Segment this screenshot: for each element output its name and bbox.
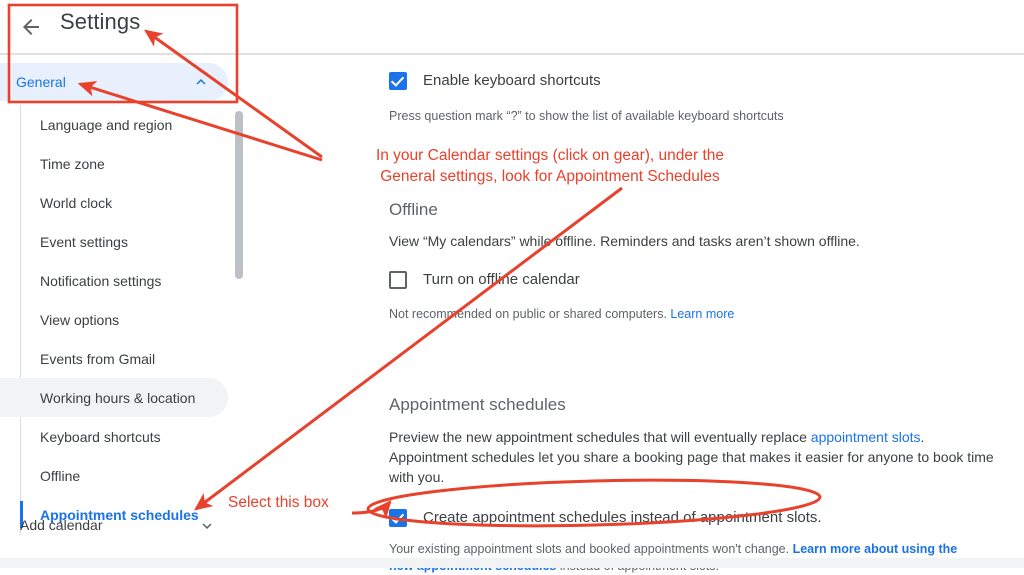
offline-learn-more-link[interactable]: Learn more xyxy=(670,307,734,321)
keyboard-shortcuts-helper: Press question mark “?” to show the list… xyxy=(389,109,784,123)
sidebar-item-events-from-gmail[interactable]: Events from Gmail xyxy=(0,339,248,378)
sidebar-footer-label: Add calendar xyxy=(20,517,103,533)
turn-on-offline-calendar-checkbox[interactable] xyxy=(389,271,407,289)
sidebar-item-label: World clock xyxy=(40,194,113,211)
enable-keyboard-shortcuts-row[interactable]: Enable keyboard shortcuts xyxy=(389,71,989,90)
appointment-helper-prefix: Your existing appointment slots and book… xyxy=(389,542,793,556)
offline-description: View “My calendars” while offline. Remin… xyxy=(389,233,860,249)
offline-title: Offline xyxy=(389,200,438,219)
sidebar-item-label: Language and region xyxy=(40,116,173,133)
enable-keyboard-shortcuts-label: Enable keyboard shortcuts xyxy=(423,72,601,89)
keyboard-shortcuts-section: Enable keyboard shortcuts Press question… xyxy=(389,71,989,125)
appointment-desc-part1: Preview the new appointment schedules th… xyxy=(389,429,811,445)
page-title: Settings xyxy=(60,9,141,34)
sidebar-item-label: Events from Gmail xyxy=(40,350,156,367)
sidebar-item-keyboard-shortcuts[interactable]: Keyboard shortcuts xyxy=(0,417,248,456)
annotation-note-bottom: Select this box xyxy=(228,494,329,511)
sidebar-item-label: Offline xyxy=(40,467,81,484)
bottom-strip xyxy=(0,558,1024,568)
appointment-schedules-title: Appointment schedules xyxy=(389,395,566,414)
offline-helper: Not recommended on public or shared comp… xyxy=(389,306,989,323)
sidebar-item-world-clock[interactable]: World clock xyxy=(0,183,248,222)
sidebar-item-label: Event settings xyxy=(40,233,128,250)
sidebar-item-offline[interactable]: Offline xyxy=(0,456,248,495)
sidebar-item-label: Time zone xyxy=(40,155,105,172)
sidebar-item-language-and-region[interactable]: Language and region xyxy=(0,105,248,144)
back-arrow-icon[interactable] xyxy=(16,12,46,42)
offline-section: Offline View “My calendars” while offlin… xyxy=(389,200,989,323)
sidebar-item-label: Working hours & location xyxy=(40,389,196,406)
sidebar-item-view-options[interactable]: View options xyxy=(0,300,248,339)
sidebar-item-general-label: General xyxy=(16,74,66,90)
annotation-arrow-to-checkbox xyxy=(351,500,392,520)
appointment-schedules-section: Appointment schedules Preview the new ap… xyxy=(389,395,994,575)
turn-on-offline-calendar-row[interactable]: Turn on offline calendar xyxy=(389,270,989,289)
settings-page: Settings General Language and region Time… xyxy=(0,0,1024,573)
annotation-note-top-line1: In your Calendar settings (click on gear… xyxy=(375,147,725,164)
sidebar-item-general[interactable]: General xyxy=(0,63,228,101)
enable-keyboard-shortcuts-checkbox[interactable] xyxy=(389,72,407,90)
sidebar-item-notification-settings[interactable]: Notification settings xyxy=(0,261,248,300)
appointment-slots-link[interactable]: appointment slots xyxy=(811,429,921,445)
settings-sidebar: General Language and region Time zone Worl… xyxy=(0,55,248,552)
sidebar-item-time-zone[interactable]: Time zone xyxy=(0,144,248,183)
sidebar-scrollbar[interactable] xyxy=(235,111,243,279)
annotation-note-top: In your Calendar settings (click on gear… xyxy=(330,145,770,187)
top-bar: Settings xyxy=(0,0,1024,53)
sidebar-item-label: Notification settings xyxy=(40,272,162,289)
sidebar-item-event-settings[interactable]: Event settings xyxy=(0,222,248,261)
create-appointment-schedules-checkbox[interactable] xyxy=(389,509,407,527)
sidebar-item-label: View options xyxy=(40,311,120,328)
offline-helper-text: Not recommended on public or shared comp… xyxy=(389,307,671,321)
appointment-schedules-description: Preview the new appointment schedules th… xyxy=(389,427,994,487)
chevron-up-icon[interactable] xyxy=(192,73,210,91)
create-appointment-schedules-label: Create appointment schedules instead of … xyxy=(423,509,822,526)
sidebar-item-working-hours-location[interactable]: Working hours & location xyxy=(0,378,228,417)
sidebar-item-label: Keyboard shortcuts xyxy=(40,428,161,445)
chevron-down-icon[interactable] xyxy=(198,517,216,535)
create-appointment-schedules-row[interactable]: Create appointment schedules instead of … xyxy=(389,508,994,527)
sidebar-footer-add-calendar[interactable]: Add calendar xyxy=(0,508,248,542)
annotation-note-top-line2: General settings, look for Appointment S… xyxy=(380,168,720,185)
turn-on-offline-calendar-label: Turn on offline calendar xyxy=(423,271,580,288)
sidebar-list: Language and region Time zone World clock E… xyxy=(0,105,248,534)
